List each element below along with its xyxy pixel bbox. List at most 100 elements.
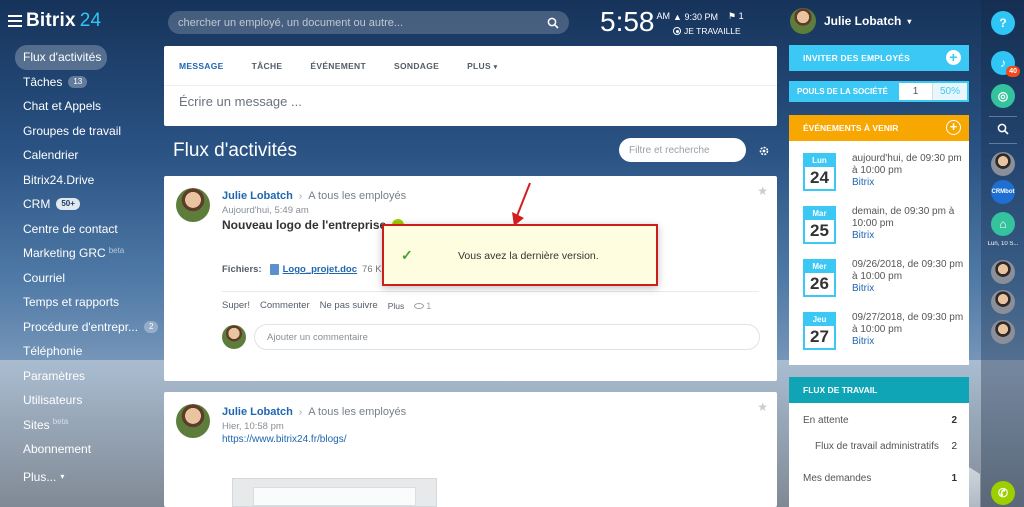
star-icon[interactable]: ★	[757, 400, 768, 414]
event-link[interactable]: Bitrix	[852, 230, 874, 241]
star-icon[interactable]: ★	[757, 184, 768, 198]
notifications-badge: 40	[1006, 66, 1020, 77]
search-input[interactable]	[178, 16, 547, 29]
sidebar-item-more[interactable]: Plus... ▾	[15, 465, 160, 490]
search-button[interactable]	[991, 117, 1015, 141]
unfollow-button[interactable]: Ne pas suivre	[320, 300, 378, 311]
calendar-icon: Jeu 27	[803, 312, 836, 350]
filter-input[interactable]	[629, 144, 761, 156]
sidebar-item-time-reports[interactable]: Temps et rapports	[15, 290, 160, 315]
post-header: Julie Lobatch › A tous les employés	[222, 406, 406, 418]
phone-icon: ✆	[997, 486, 1009, 500]
chat-button[interactable]: ◎	[991, 84, 1015, 108]
comment-input[interactable]	[254, 324, 760, 350]
sidebar-item-business-process[interactable]: Procédure d'entrepr... 2	[15, 315, 160, 340]
sidebar-item-workgroups[interactable]: Groupes de travail	[15, 119, 160, 144]
annotation-arrow-icon	[512, 182, 531, 226]
sidebar-item-sites[interactable]: Sites beta	[15, 413, 160, 438]
event-item[interactable]: Mer 26 09/26/2018, de 09:30 pm à 10:00 pm…	[803, 259, 963, 307]
add-event-icon[interactable]: +	[946, 120, 961, 135]
lock-button[interactable]: ⌂	[991, 212, 1015, 236]
sidebar-item-mail[interactable]: Courriel	[15, 266, 160, 291]
post-destination[interactable]: A tous les employés	[308, 190, 406, 202]
comment-row	[222, 324, 760, 350]
views-counter[interactable]: 1	[414, 301, 431, 311]
event-link[interactable]: Bitrix	[852, 177, 874, 188]
commenter-avatar	[222, 325, 246, 349]
sidebar-item-crm[interactable]: CRM 50+	[15, 192, 160, 217]
sidebar-item-contact-center[interactable]: Centre de contact	[15, 217, 160, 242]
sidebar-item-users[interactable]: Utilisateurs	[15, 388, 160, 413]
check-icon: ✓	[401, 247, 413, 263]
chat-icon: ◎	[997, 89, 1009, 103]
sidebar-item-marketing[interactable]: Marketing GRC beta	[15, 241, 160, 266]
sidebar-item-chat[interactable]: Chat et Appels	[15, 94, 160, 119]
main-nav: Flux d'activités Tâches 13 Chat et Appels…	[15, 45, 160, 489]
sidebar-item-settings[interactable]: Paramètres	[15, 364, 160, 389]
chevron-down-icon: ▾	[60, 472, 65, 482]
event-item[interactable]: Lun 24 aujourd'hui, de 09:30 pm à 10:00 p…	[803, 153, 963, 201]
message-input[interactable]	[179, 94, 759, 109]
event-link[interactable]: Bitrix	[852, 283, 874, 294]
workflow-item-admin[interactable]: Flux de travail administratifs 2	[815, 441, 957, 452]
beta-label: beta	[52, 417, 69, 427]
workday-status[interactable]: ▲ 9:30 PM ⚑ 1 JE TRAVAILLE	[673, 10, 744, 36]
event-item[interactable]: Mar 25 demain, de 09:30 pm à 10:00 pm Bit…	[803, 206, 963, 254]
search-icon[interactable]	[547, 17, 559, 29]
plus-icon: +	[946, 50, 961, 65]
sidebar-item-activity-stream[interactable]: Flux d'activités	[15, 45, 107, 70]
author-avatar[interactable]	[176, 188, 210, 222]
invite-employees-button[interactable]: INVITER DES EMPLOYÉS +	[789, 45, 969, 71]
user-menu[interactable]: Julie Lobatch ▾	[790, 8, 911, 34]
contact-avatar[interactable]	[991, 260, 1015, 284]
composer-tabs: MESSAGE TÂCHE ÉVÉNEMENT SONDAGE PLUS ▾	[164, 46, 777, 86]
crm-count-badge: 50+	[56, 198, 80, 211]
file-link[interactable]: Logo_projet.doc	[283, 264, 357, 275]
flag-icon: ⚑	[727, 11, 737, 21]
sidebar-item-calendar[interactable]: Calendrier	[15, 143, 160, 168]
tab-task[interactable]: TÂCHE	[252, 61, 283, 71]
post-author[interactable]: Julie Lobatch	[222, 190, 293, 202]
phone-button[interactable]: ✆	[991, 481, 1015, 505]
workflow-item-pending[interactable]: En attente 2	[803, 415, 957, 426]
chevron-down-icon: ▾	[907, 16, 912, 26]
contact-avatar[interactable]	[991, 152, 1015, 176]
workflow-item-requests[interactable]: Mes demandes 1	[803, 473, 957, 484]
post-actions: Super! Commenter Ne pas suivre Plus 1	[222, 300, 431, 311]
event-time: aujourd'hui, de 09:30 pm à 10:00 pm	[852, 153, 962, 176]
event-link[interactable]: Bitrix	[852, 336, 874, 347]
more-button[interactable]: Plus	[388, 301, 405, 311]
calendar-icon: Mar 25	[803, 206, 836, 244]
user-name: Julie Lobatch	[824, 14, 902, 28]
event-item[interactable]: Jeu 27 09/27/2018, de 09:30 pm à 10:00 pm…	[803, 312, 963, 360]
comment-button[interactable]: Commenter	[260, 300, 310, 311]
sidebar-item-tasks[interactable]: Tâches 13	[15, 70, 160, 95]
post-link[interactable]: https://www.bitrix24.fr/blogs/	[222, 434, 347, 445]
post-date: Aujourd'hui, 5:49 am	[222, 205, 309, 216]
tab-event[interactable]: ÉVÉNEMENT	[310, 61, 366, 71]
link-preview-image[interactable]	[232, 478, 437, 507]
pulse-percent: 50%	[933, 83, 967, 100]
notifications-button[interactable]: ♪ 40	[991, 51, 1020, 77]
clock[interactable]: 5:58 AM	[600, 6, 670, 38]
company-pulse[interactable]: POULS DE LA SOCIÉTÉ 1 50%	[789, 81, 969, 102]
gear-icon[interactable]	[758, 145, 770, 157]
logo[interactable]: Bitrix 24	[8, 10, 101, 32]
tab-more[interactable]: PLUS ▾	[467, 61, 497, 71]
post-destination[interactable]: A tous les employés	[308, 406, 406, 418]
status-icon	[673, 27, 681, 35]
sidebar-item-drive[interactable]: Bitrix24.Drive	[15, 168, 160, 193]
alarm-icon: ▲	[673, 11, 682, 22]
author-avatar[interactable]	[176, 404, 210, 438]
contact-avatar[interactable]	[991, 290, 1015, 314]
crmbot-button[interactable]: CRMbot	[991, 180, 1015, 204]
tab-poll[interactable]: SONDAGE	[394, 61, 439, 71]
like-button[interactable]: Super!	[222, 300, 250, 311]
sidebar-item-telephony[interactable]: Téléphonie	[15, 339, 160, 364]
contact-avatar[interactable]	[991, 320, 1015, 344]
tab-message[interactable]: MESSAGE	[179, 61, 224, 71]
post-author[interactable]: Julie Lobatch	[222, 406, 293, 418]
menu-icon[interactable]	[8, 15, 22, 27]
sidebar-item-subscription[interactable]: Abonnement	[15, 437, 160, 462]
help-button[interactable]: ?	[991, 11, 1015, 35]
